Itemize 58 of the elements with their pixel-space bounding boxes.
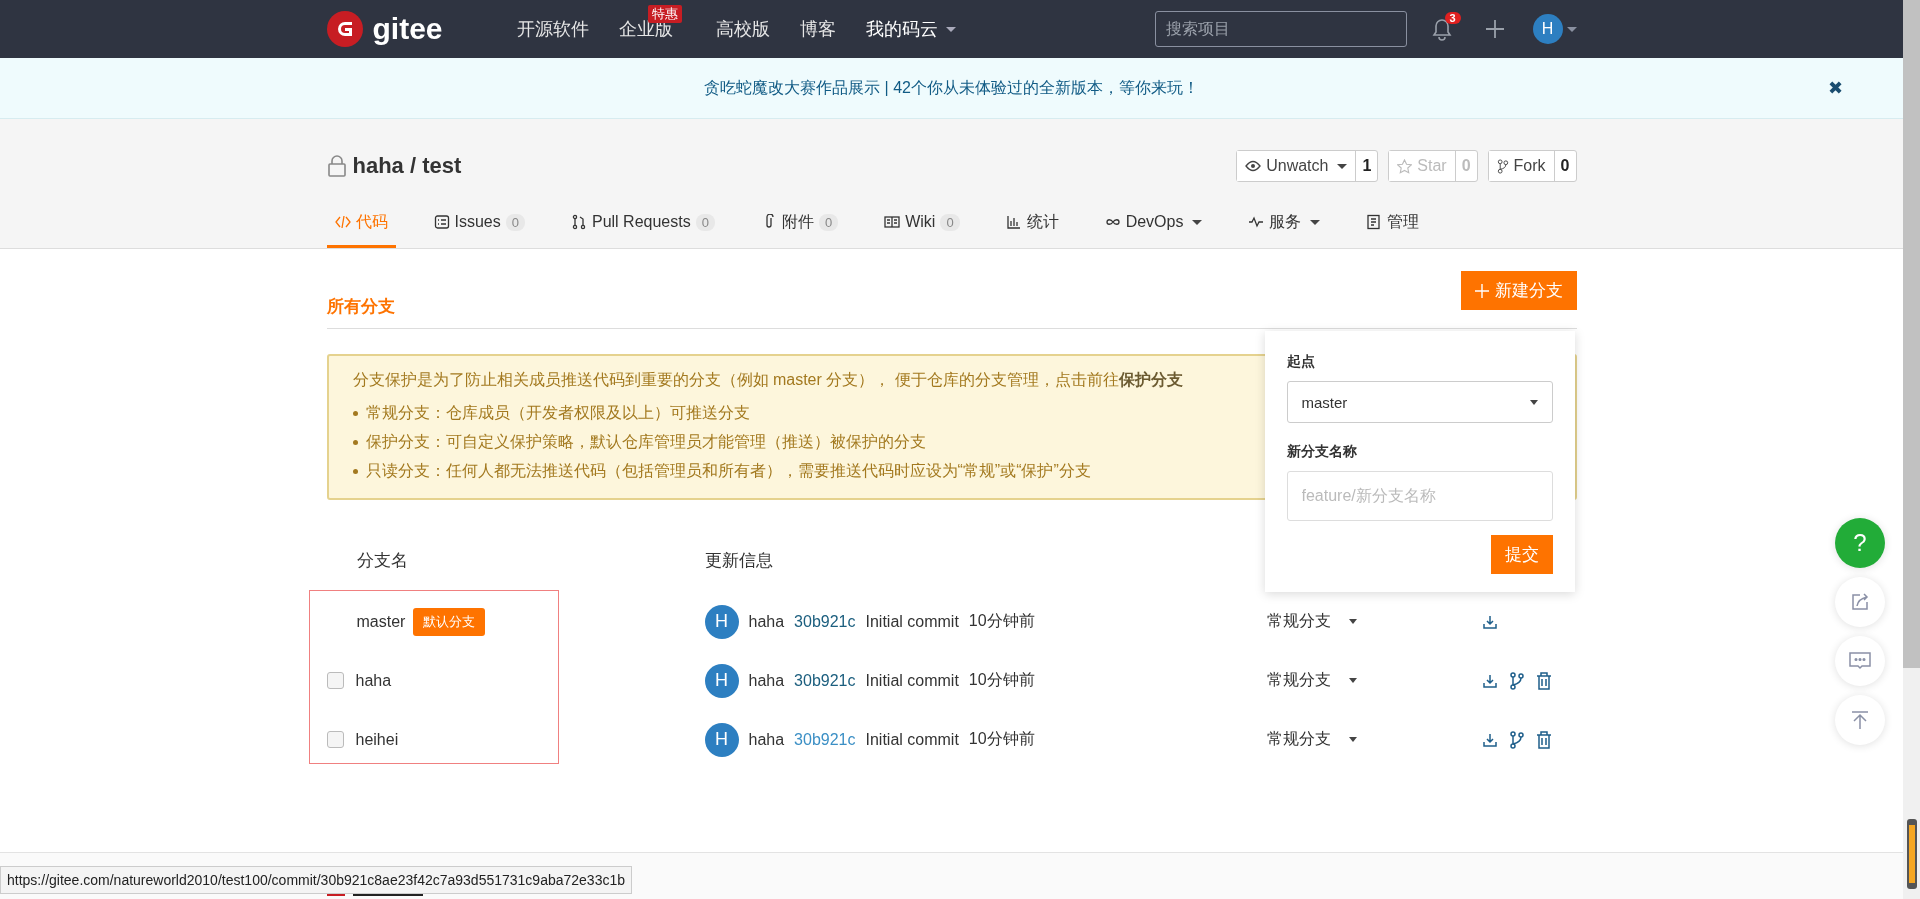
nav-link[interactable]: 我的码云 bbox=[865, 17, 956, 41]
column-header: 更新信息 bbox=[704, 549, 773, 572]
commit-time: 10分钟前 bbox=[968, 729, 1035, 749]
announcement-link[interactable]: 贪吃蛇魔改大赛作品展示 | 42个你从未体验过的全新版本，等你来玩！ bbox=[704, 77, 1199, 99]
notification-count: 3 bbox=[1444, 12, 1461, 24]
repo-tab[interactable]: 服务 bbox=[1240, 199, 1329, 248]
commit-link[interactable]: 30b921c bbox=[794, 671, 856, 690]
branch-type-dropdown[interactable]: 常规分支 bbox=[1266, 611, 1482, 632]
section-title: 所有分支 bbox=[326, 296, 395, 318]
author-link[interactable]: haha bbox=[748, 612, 785, 631]
branch-type-dropdown[interactable]: 常规分支 bbox=[1266, 729, 1482, 750]
column-header: 分支名 bbox=[356, 549, 409, 572]
nav-link[interactable]: 高校版 bbox=[715, 17, 770, 41]
promo-badge: 特惠 bbox=[647, 5, 682, 23]
repository-title[interactable]: haha / test bbox=[352, 153, 462, 179]
repo-action-button[interactable]: Fork bbox=[1488, 151, 1555, 181]
repo-tab[interactable]: 管理 bbox=[1358, 199, 1428, 248]
user-avatar[interactable]: H bbox=[1532, 14, 1563, 44]
branch-name[interactable]: heihei bbox=[355, 730, 399, 749]
branch-name-field[interactable]: feature/新分支名称 bbox=[1286, 471, 1553, 521]
repo-action-button[interactable]: Unwatch bbox=[1237, 151, 1357, 181]
nav-link[interactable]: 博客 bbox=[799, 17, 836, 41]
branch-type-dropdown[interactable]: 常规分支 bbox=[1266, 670, 1482, 691]
branch-name[interactable]: master bbox=[356, 612, 406, 631]
commit-link[interactable]: 30b921c bbox=[794, 730, 856, 749]
search-field[interactable]: 搜索项目 bbox=[1154, 11, 1407, 47]
repo-tab[interactable]: 附件 0 bbox=[752, 199, 847, 248]
notice-bullet: 常规分支：仓库成员（开发者权限及以上）可推送分支 bbox=[365, 403, 750, 423]
commit-time: 10分钟前 bbox=[968, 611, 1035, 631]
user-avatar[interactable]: H bbox=[704, 604, 739, 639]
repo-action-count[interactable]: 0 bbox=[1554, 151, 1576, 181]
field-label: 新分支名称 bbox=[1286, 443, 1358, 461]
notice-bullet: 只读分支：任何人都无法推送代码（包括管理员和所有者），需要推送代码时应设为“常规”或“保护”分支 bbox=[365, 461, 1091, 481]
commit-message: Initial commit bbox=[865, 612, 959, 631]
field-label: 起点 bbox=[1286, 353, 1316, 371]
commit-link[interactable]: 30b921c bbox=[794, 612, 856, 631]
nav-link[interactable]: 开源软件 bbox=[516, 17, 589, 41]
logo-text[interactable]: gitee bbox=[372, 12, 443, 46]
repo-tab[interactable]: Issues 0 bbox=[425, 199, 533, 248]
start-branch-select[interactable]: master bbox=[1286, 381, 1553, 423]
repo-action-count[interactable]: 1 bbox=[1356, 151, 1378, 181]
user-avatar[interactable]: H bbox=[704, 722, 739, 757]
default-branch-badge: 默认分支 bbox=[413, 607, 486, 636]
commit-message: Initial commit bbox=[865, 730, 959, 749]
close-button[interactable]: ✖ bbox=[1827, 77, 1843, 99]
repo-tab[interactable]: DevOps bbox=[1096, 199, 1211, 248]
author-link[interactable]: haha bbox=[748, 730, 785, 749]
repo-tab[interactable]: 统计 bbox=[997, 199, 1067, 248]
repo-tab[interactable]: Pull Requests 0 bbox=[563, 199, 723, 248]
notice-text: 分支保护是为了防止相关成员推送代码到重要的分支（例如 master 分支）， 便于仓库的分支管理，点击前往保护分支 bbox=[352, 370, 1184, 390]
user-avatar[interactable]: H bbox=[704, 663, 739, 698]
commit-message: Initial commit bbox=[865, 671, 959, 690]
author-link[interactable]: haha bbox=[748, 671, 785, 690]
repo-tab[interactable]: Wiki 0 bbox=[876, 199, 968, 248]
commit-time: 10分钟前 bbox=[968, 670, 1035, 690]
branch-name[interactable]: haha bbox=[355, 671, 392, 690]
notice-bullet: 保护分支：可自定义保护策略，默认仓库管理员才能管理（推送）被保护的分支 bbox=[365, 432, 926, 452]
link-status-bar: https://gitee.com/natureworld2010/test100/commit/30b921c8ae23f42c7a93d551731c9aba72e33c1b bbox=[0, 866, 632, 894]
